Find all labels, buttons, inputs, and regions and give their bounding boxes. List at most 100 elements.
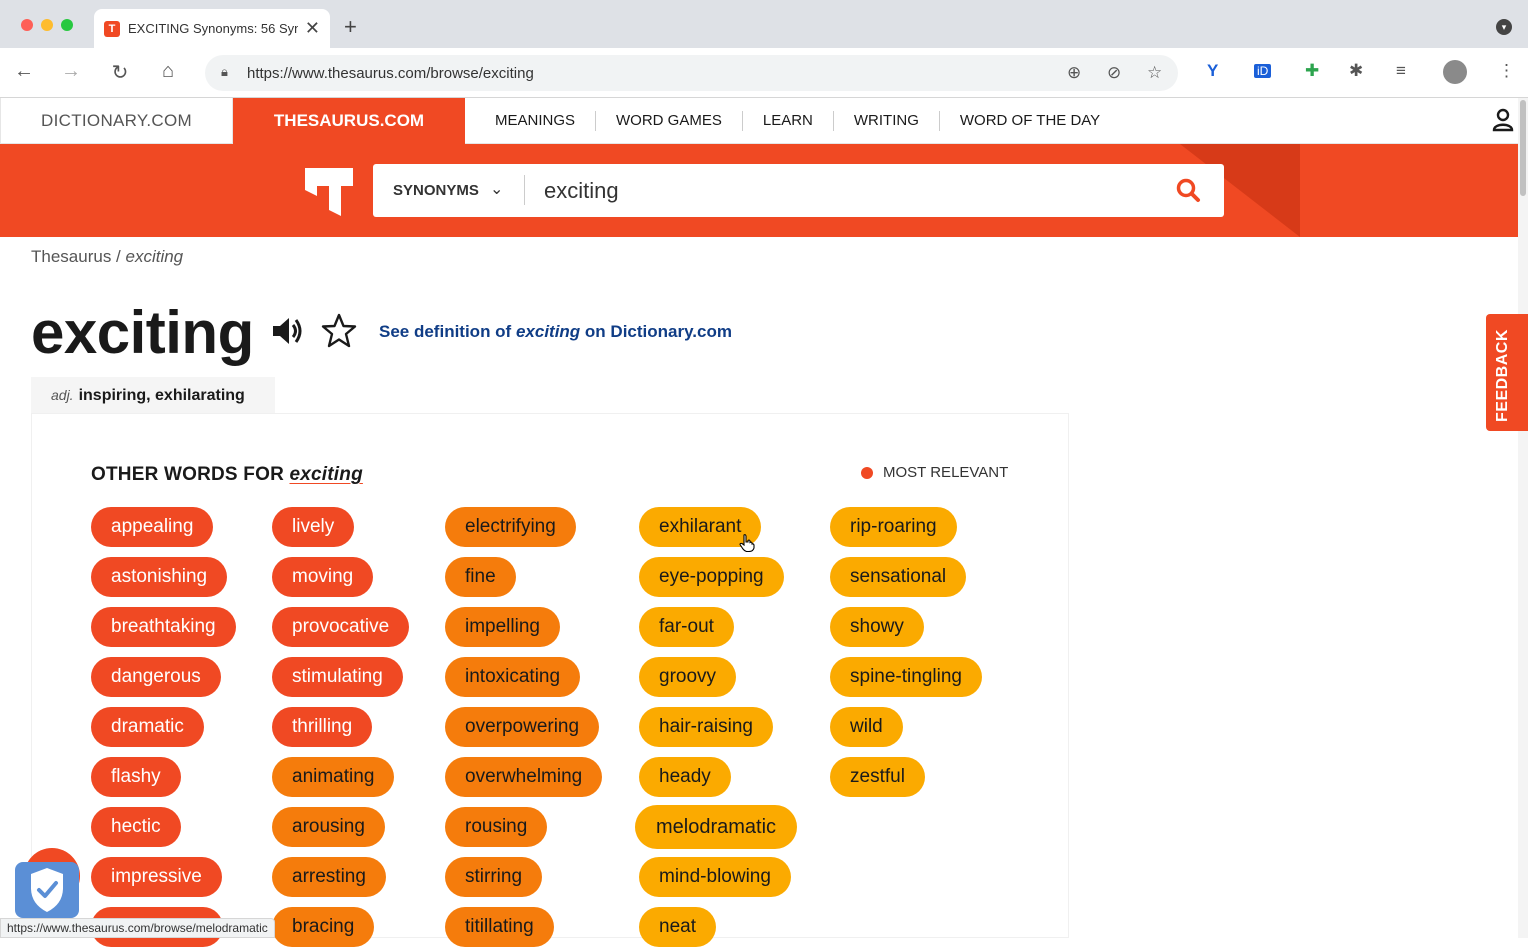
status-bar-url: https://www.thesaurus.com/browse/melodra… (0, 918, 275, 938)
synonym-pill[interactable]: moving (272, 557, 374, 597)
other-words-prefix: OTHER WORDS FOR (91, 464, 290, 485)
synonym-pill[interactable]: mind-blowing (639, 857, 791, 897)
synonym-pill[interactable]: lively (272, 507, 355, 547)
def-word: exciting (515, 322, 581, 341)
synonym-pill[interactable]: stimulating (272, 657, 403, 697)
sense-tab[interactable]: adj. inspiring, exhilarating (31, 377, 275, 415)
site-nav: DICTIONARY.COM THESAURUS.COM MEANINGS WO… (0, 98, 1518, 144)
synonym-pill[interactable]: eye-popping (639, 557, 784, 597)
breadcrumb-root[interactable]: Thesaurus (31, 247, 111, 266)
forward-icon[interactable]: → (58, 60, 84, 83)
synonym-pill[interactable]: spine-tingling (830, 657, 982, 697)
synonym-pill[interactable]: bracing (272, 907, 375, 947)
nav-link-word-games[interactable]: WORD GAMES (596, 111, 743, 131)
profile-avatar[interactable] (1443, 60, 1467, 84)
page-scrollbar[interactable] (1518, 98, 1528, 938)
search-box: SYNONYMS ⌄ exciting (373, 164, 1224, 217)
synonym-pill[interactable]: wild (830, 707, 903, 747)
bookmark-star-icon[interactable]: ☆ (1147, 63, 1162, 83)
favorite-star-icon[interactable] (320, 312, 358, 350)
nav-link-meanings[interactable]: MEANINGS (475, 111, 597, 131)
tracking-blocked-icon[interactable]: ⊘ (1107, 63, 1121, 83)
extension-id-icon[interactable]: iD (1254, 64, 1272, 78)
sense-label: inspiring, exhilarating (78, 387, 245, 404)
browser-toolbar: ← → ↻ ⌂ 🔒︎ https://www.thesaurus.com/bro… (0, 48, 1528, 98)
synonym-pill[interactable]: thrilling (272, 707, 373, 747)
synonym-pill[interactable]: animating (272, 757, 395, 797)
browser-tab-active[interactable]: T EXCITING Synonyms: 56 Syn ✕ (94, 9, 330, 48)
relevance-dot-icon (861, 466, 873, 479)
synonym-pill[interactable]: rip-roaring (830, 507, 957, 547)
minimize-window-button[interactable] (41, 19, 53, 31)
home-icon[interactable]: ⌂ (155, 60, 181, 83)
dictionary-tab[interactable]: DICTIONARY.COM (0, 98, 233, 144)
search-mode-select[interactable]: SYNONYMS (393, 182, 479, 199)
synonym-pill[interactable]: showy (830, 607, 924, 647)
feedback-tab[interactable]: FEEDBACK (1486, 314, 1528, 431)
synonym-pill[interactable]: groovy (639, 657, 737, 697)
search-divider (524, 175, 525, 205)
browser-menu-icon[interactable]: ⋮ (1498, 61, 1515, 81)
close-window-button[interactable] (21, 19, 33, 31)
close-tab-icon[interactable]: ✕ (305, 18, 320, 39)
new-tab-icon[interactable]: + (344, 14, 357, 40)
tab-search-icon[interactable]: ▾ (1496, 19, 1512, 35)
nav-link-word-of-the-day[interactable]: WORD OF THE DAY (940, 111, 1120, 131)
reload-icon[interactable]: ↻ (107, 60, 133, 85)
synonym-pill[interactable]: electrifying (445, 507, 576, 547)
breadcrumb: Thesaurus / exciting (31, 247, 183, 267)
shield-check-icon (31, 868, 63, 912)
back-icon[interactable]: ← (11, 60, 37, 83)
synonym-pill[interactable]: rousing (445, 807, 548, 847)
page-scrollbar-thumb[interactable] (1520, 100, 1526, 196)
nav-link-writing[interactable]: WRITING (834, 111, 940, 131)
search-input[interactable]: exciting (544, 178, 619, 204)
synonym-pill[interactable]: provocative (272, 607, 410, 647)
media-control-icon[interactable]: ≡ (1396, 61, 1406, 81)
synonym-pill[interactable]: dangerous (91, 657, 221, 697)
nav-link-learn[interactable]: LEARN (743, 111, 834, 131)
extension-green-icon[interactable]: ✚ (1305, 61, 1319, 81)
extension-v-icon[interactable]: Y (1207, 61, 1218, 81)
synonym-pill[interactable]: impelling (445, 607, 560, 647)
synonym-pill[interactable]: far-out (639, 607, 734, 647)
synonym-pill[interactable]: arresting (272, 857, 386, 897)
synonym-pill[interactable]: appealing (91, 507, 214, 547)
synonym-pill[interactable]: intoxicating (445, 657, 581, 697)
relevance-filter[interactable]: MOST RELEVANT (861, 464, 1008, 481)
synonym-pill[interactable]: sensational (830, 557, 967, 597)
chevron-down-icon[interactable]: ⌄ (490, 179, 503, 199)
synonym-pill[interactable]: flashy (91, 757, 181, 797)
synonym-pill[interactable]: stirring (445, 857, 543, 897)
synonym-pill[interactable]: hectic (91, 807, 181, 847)
thesaurus-tab[interactable]: THESAURUS.COM (233, 98, 465, 144)
zoom-icon[interactable]: ⊕ (1067, 63, 1081, 83)
address-bar[interactable]: 🔒︎ https://www.thesaurus.com/browse/exci… (205, 55, 1178, 91)
thesaurus-logo-icon[interactable] (303, 166, 355, 218)
search-icon[interactable] (1175, 177, 1201, 203)
synonym-pill[interactable]: zestful (830, 757, 925, 797)
privacy-shield-button[interactable] (15, 862, 79, 918)
synonym-pill[interactable]: titillating (445, 907, 554, 947)
synonym-pill[interactable]: overpowering (445, 707, 600, 747)
relevance-label: MOST RELEVANT (883, 464, 1009, 481)
synonym-pill[interactable]: breathtaking (91, 607, 236, 647)
synonym-pill-hovered[interactable]: melodramatic (635, 805, 798, 849)
address-url[interactable]: https://www.thesaurus.com/browse/excitin… (247, 65, 534, 82)
synonym-pill[interactable]: overwhelming (445, 757, 603, 797)
synonym-pill[interactable]: hair-raising (639, 707, 773, 747)
synonym-pill[interactable]: heady (639, 757, 731, 797)
speaker-icon[interactable] (271, 314, 305, 348)
dictionary-definition-link[interactable]: See definition of exciting on Dictionary… (379, 322, 732, 342)
extensions-puzzle-icon[interactable]: ✱ (1349, 61, 1363, 81)
maximize-window-button[interactable] (61, 19, 73, 31)
synonym-pill[interactable]: dramatic (91, 707, 204, 747)
synonym-pill[interactable]: impressive (91, 857, 222, 897)
user-account-icon[interactable] (1492, 108, 1514, 138)
synonym-pill[interactable]: astonishing (91, 557, 228, 597)
synonym-pill[interactable]: neat (639, 907, 716, 947)
other-words-heading: OTHER WORDS FOR exciting (91, 464, 363, 486)
synonym-pill[interactable]: arousing (272, 807, 385, 847)
synonym-pill[interactable]: fine (445, 557, 516, 597)
part-of-speech: adj. (51, 387, 74, 403)
